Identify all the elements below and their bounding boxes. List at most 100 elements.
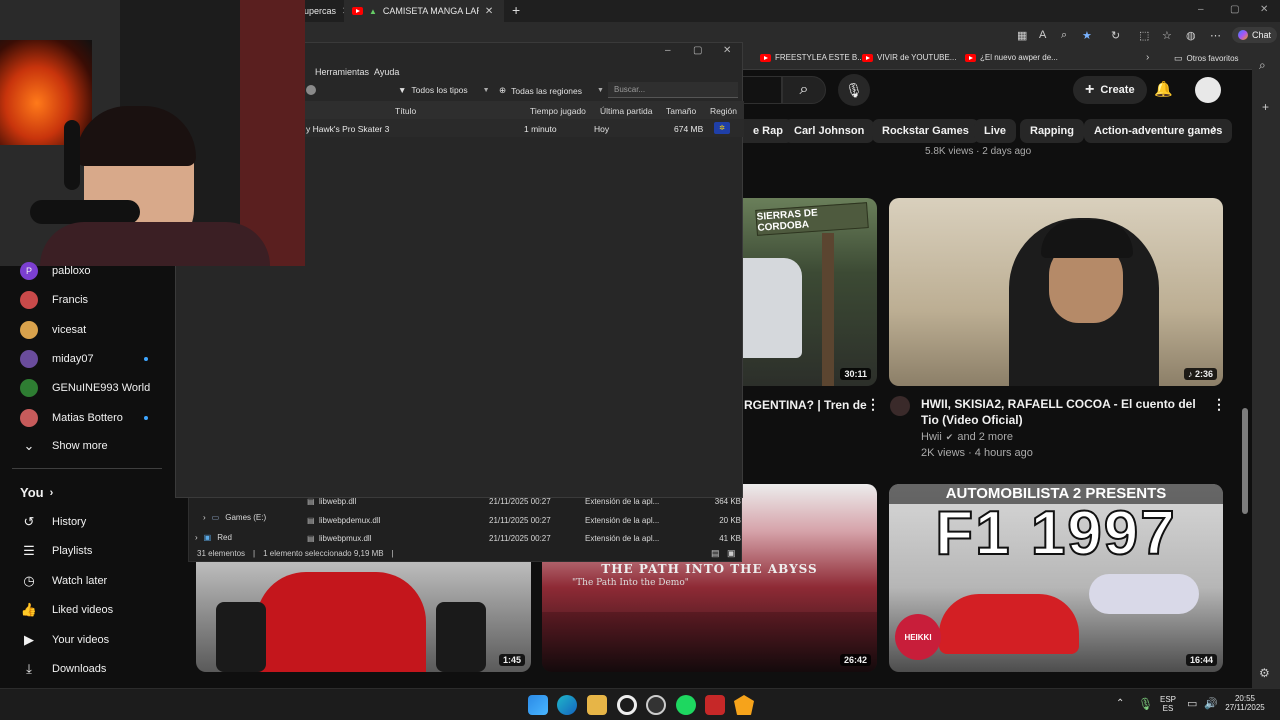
other-favorites[interactable]: ▭ Otros favoritos (1174, 53, 1239, 64)
subscription-item[interactable]: Ppabloxo (20, 262, 91, 280)
chip-rockstar-games[interactable]: Rockstar Games (872, 119, 979, 143)
app-icon[interactable] (705, 695, 725, 715)
menu-tools[interactable]: Herramientas (315, 67, 369, 77)
chip-action-adventure[interactable]: Action-adventure games (1084, 119, 1233, 143)
sidebar-item-watch-later[interactable]: ◷ Watch later (20, 573, 107, 589)
more-icon[interactable]: ⋯ (1210, 29, 1221, 42)
wheel-image (436, 602, 486, 672)
other-favorites-label: Otros favoritos (1186, 54, 1239, 63)
folder-icon[interactable] (587, 695, 607, 715)
file-row[interactable]: ▤ libwebpmux.dll 21/11/2025 00:27 Extensión… (307, 534, 741, 543)
video-thumbnail[interactable]: 1:45 (196, 562, 531, 672)
chevron-up-icon[interactable]: ⌃ (1116, 698, 1124, 709)
column-size[interactable]: Tamaño (666, 106, 696, 116)
tree-item-games[interactable]: › ▭ Games (E:) (203, 513, 266, 522)
windows-start-icon[interactable] (528, 695, 548, 715)
new-tab-button[interactable]: + (512, 2, 520, 18)
subscription-item[interactable]: miday07 (20, 350, 94, 368)
maximize-icon[interactable]: ▢ (693, 45, 702, 56)
bookmark-3[interactable]: ¿El nuevo awper de... (965, 53, 1058, 62)
clock[interactable]: 20:55 27/11/2025 (1222, 694, 1268, 712)
file-row[interactable]: ▤ libwebpdemux.dll 21/11/2025 00:27 Extensi… (307, 516, 741, 525)
video-thumbnail[interactable]: ♪ 2:36 (889, 198, 1223, 386)
search-input[interactable]: Buscar... (608, 82, 738, 98)
search-icon[interactable]: ⌕ (1259, 58, 1266, 73)
app-icon[interactable]: ▦ (1017, 29, 1027, 42)
subscription-item[interactable]: Francis (20, 291, 88, 309)
profile-icon[interactable]: ◍ (1186, 29, 1196, 42)
column-title[interactable]: Título (395, 106, 416, 116)
tree-item-network[interactable]: › ▣ Red (195, 533, 232, 542)
you-header[interactable]: You › (20, 485, 53, 500)
details-view-icon[interactable]: ▤ (711, 548, 720, 559)
steam-icon[interactable] (617, 695, 637, 715)
microphone-icon[interactable]: 🎙 (1138, 697, 1153, 711)
chip-live[interactable]: Live (974, 119, 1017, 143)
video-thumbnail[interactable]: SIERRAS DE CORDOBA 30:11 (742, 198, 877, 386)
close-icon[interactable]: ✕ (485, 6, 493, 17)
search-input[interactable] (742, 76, 782, 104)
refresh-icon[interactable]: ↻ (1111, 29, 1120, 42)
minimize-icon[interactable]: – (665, 45, 671, 56)
show-more-button[interactable]: ⌄ Show more (20, 438, 108, 454)
extensions-icon[interactable]: ⬚ (1139, 29, 1149, 42)
spotify-icon[interactable] (676, 695, 696, 715)
favorite-star-icon[interactable]: ★ (1082, 29, 1092, 42)
more-options-icon[interactable]: ⋮ (1212, 396, 1226, 413)
close-icon[interactable]: ✕ (723, 45, 731, 56)
settings-gear-icon[interactable]: ⚙ (1259, 666, 1270, 680)
sidebar-item-your-videos[interactable]: ▶ Your videos (20, 632, 109, 648)
chat-button[interactable]: Chat (1232, 27, 1278, 43)
video-title[interactable]: HWII, SKISIA2, RAFAELL COCOA - El cuento… (921, 396, 1203, 428)
region-filter-dropdown[interactable]: ⊕ Todas las regiones ▼ (499, 85, 604, 96)
file-type: Extensión de la apl... (585, 515, 660, 525)
column-region[interactable]: Región (710, 106, 737, 116)
notifications-bell-icon[interactable]: 🔔 (1154, 80, 1173, 98)
toggle-knob[interactable] (306, 85, 316, 95)
scrollbar-track[interactable] (1240, 70, 1250, 685)
column-last-played[interactable]: Última partida (600, 106, 652, 116)
channel-avatar[interactable] (890, 396, 910, 416)
maximize-icon[interactable]: ▢ (1230, 4, 1239, 15)
account-avatar[interactable] (1195, 77, 1221, 103)
file-row[interactable]: ▤ libwebp.dll 21/11/2025 00:27 Extensión de… (307, 497, 741, 506)
type-filter-dropdown[interactable]: ▼ Todos los tipos ▼ (398, 85, 490, 95)
video-title[interactable]: RGENTINA? | Tren de (744, 397, 867, 413)
column-played[interactable]: Tiempo jugado (530, 106, 586, 116)
scrollbar-thumb[interactable] (1242, 408, 1248, 514)
subscription-item[interactable]: GENuINE993 World (20, 379, 150, 397)
tiles-view-icon[interactable]: ▣ (727, 548, 736, 559)
plus-icon[interactable]: + (1262, 100, 1269, 114)
chevron-right-icon[interactable]: › (1212, 120, 1217, 136)
video-thumbnail[interactable]: AUTOMOBILISTA 2 PRESENTS F1 1997 HEIKKI … (889, 484, 1223, 672)
more-options-icon[interactable]: ⋮ (866, 396, 880, 413)
chip-rapping[interactable]: Rapping (1020, 119, 1084, 143)
minimize-icon[interactable]: – (1198, 4, 1204, 15)
create-button[interactable]: + Create (1073, 76, 1147, 104)
obs-icon[interactable] (646, 695, 666, 715)
chip-carl-johnson[interactable]: Carl Johnson (784, 119, 875, 143)
browser-tab-2[interactable]: ▲ CAMISETA MANGA LARGA ✕ (344, 0, 504, 22)
zoom-icon[interactable]: ⌕ (1061, 29, 1067, 42)
bookmark-1[interactable]: FREESTYLEA ESTE B... (760, 53, 864, 62)
channel-name[interactable]: Hwii (921, 431, 942, 443)
subscription-item[interactable]: Matias Bottero (20, 409, 123, 427)
edge-icon[interactable] (557, 695, 577, 715)
subscription-item[interactable]: vicesat (20, 321, 86, 339)
sidebar-item-downloads[interactable]: ⤓ Downloads (20, 661, 106, 677)
sidebar-item-history[interactable]: ↺ History (20, 514, 87, 530)
volume-icon[interactable]: 🔊 (1204, 697, 1218, 710)
bookmark-2[interactable]: VIVIR de YOUTUBE... (862, 53, 956, 62)
brave-icon[interactable] (734, 695, 754, 715)
reader-icon[interactable]: A (1039, 29, 1046, 41)
chevron-right-icon[interactable]: › (1146, 52, 1149, 63)
sidebar-item-playlists[interactable]: ☰ Playlists (20, 543, 92, 559)
favorites-icon[interactable]: ☆ (1162, 29, 1172, 42)
sidebar-item-liked-videos[interactable]: 👍 Liked videos (20, 602, 113, 618)
close-window-icon[interactable]: ✕ (1260, 4, 1268, 15)
search-button[interactable]: ⌕ (782, 76, 826, 104)
network-icon[interactable]: ▭ (1187, 697, 1197, 710)
voice-search-button[interactable]: 🎙 (838, 74, 870, 106)
menu-help[interactable]: Ayuda (374, 67, 399, 77)
language-indicator[interactable]: ESP ES (1158, 695, 1178, 713)
